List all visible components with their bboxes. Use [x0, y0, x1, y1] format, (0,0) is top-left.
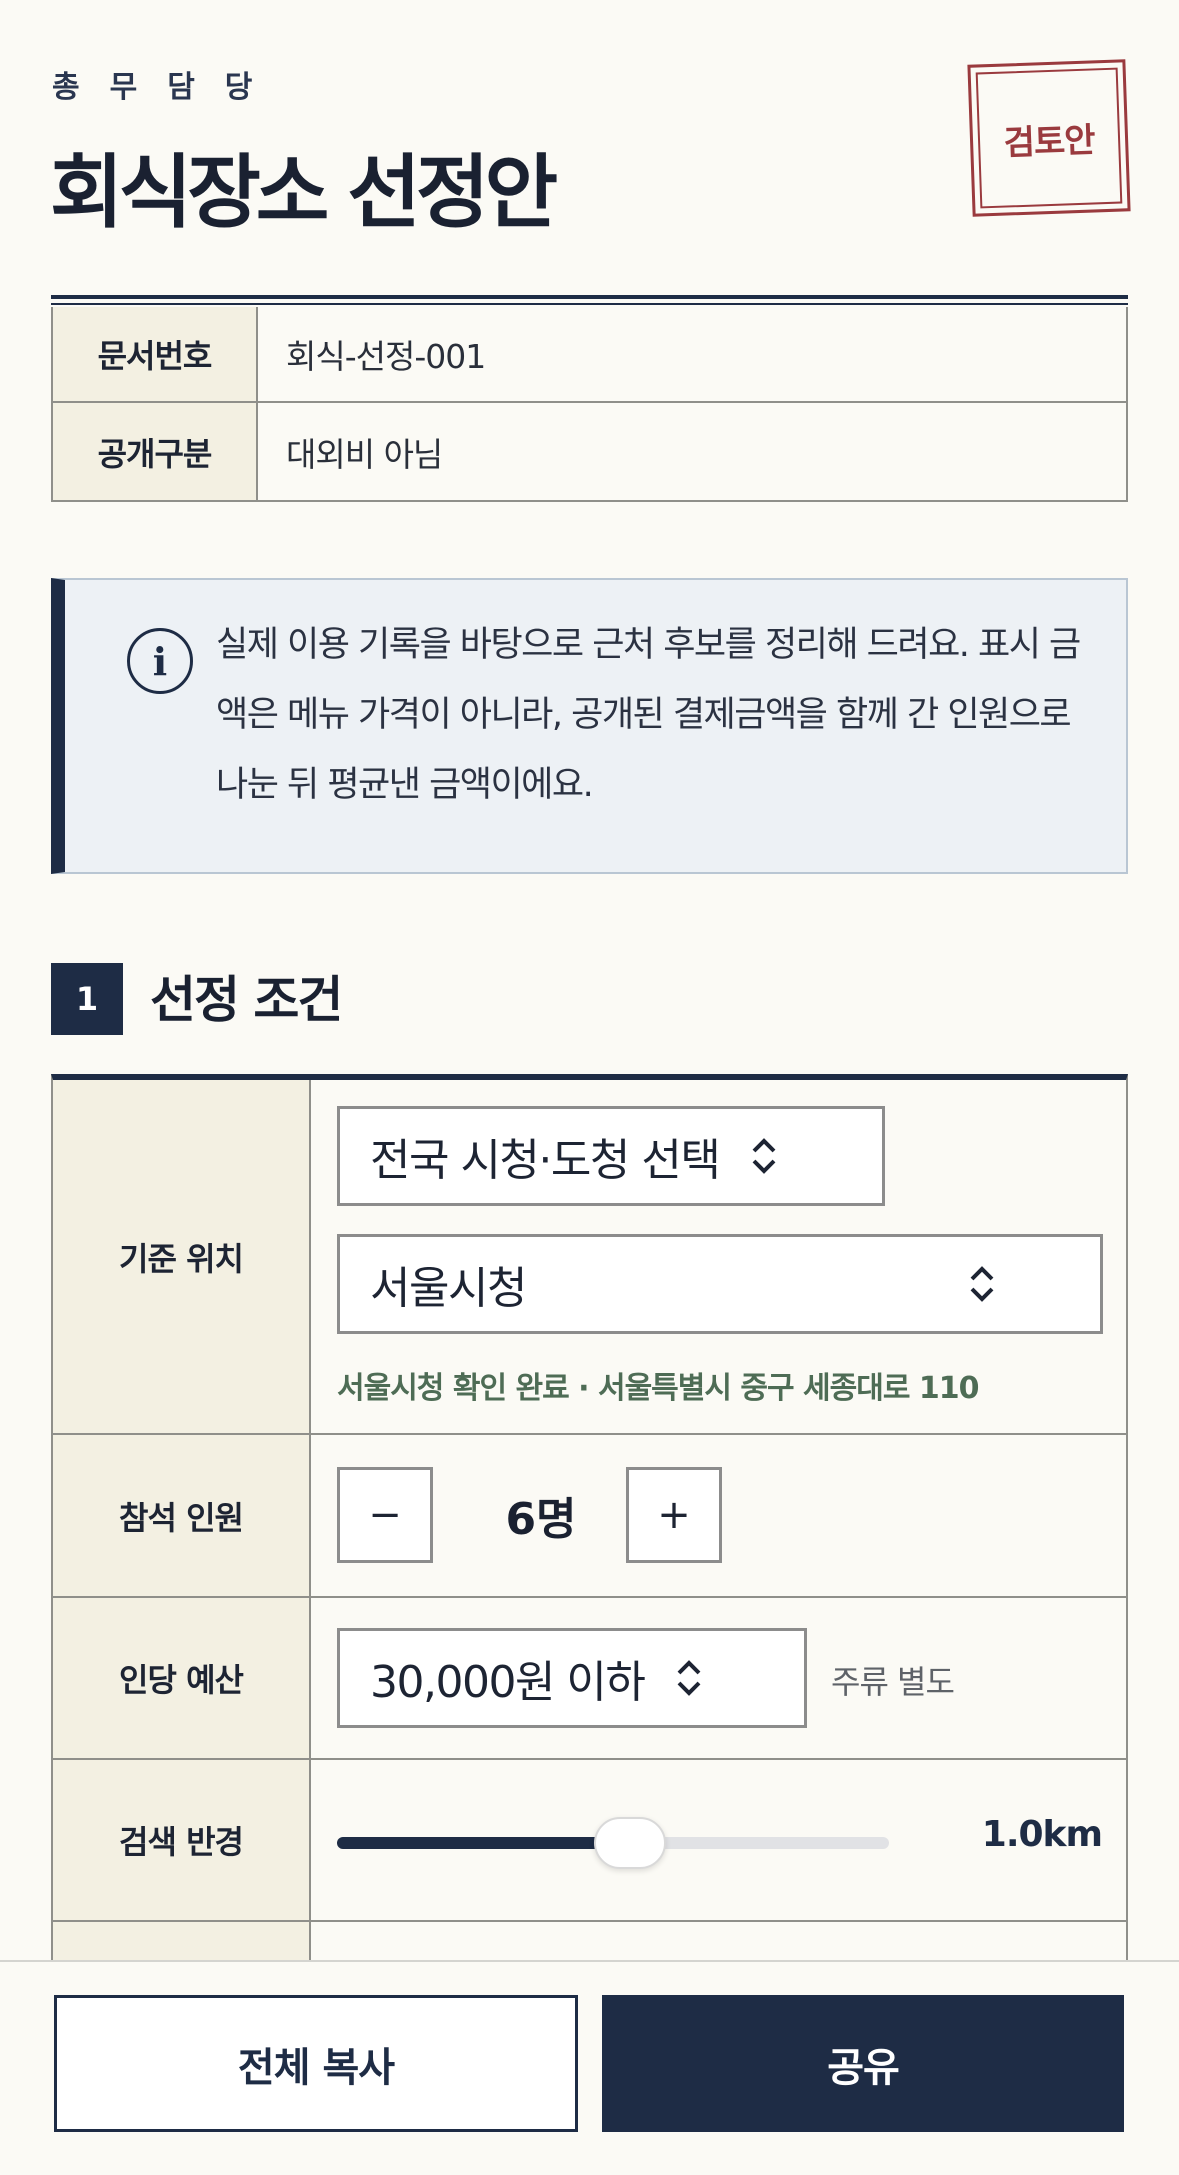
- meta-row-disclosure: 공개구분 대외비 아님: [51, 403, 1128, 502]
- info-icon: i: [127, 628, 193, 694]
- budget-note: 주류 별도: [831, 1663, 955, 1701]
- headcount-value: 6명: [505, 1494, 577, 1545]
- section-title: 선정 조건: [150, 971, 343, 1029]
- budget-select-value: 30,000원 이하: [370, 1657, 646, 1708]
- radius-value: 1.0km: [981, 1814, 1103, 1855]
- condition-row-radius: 검색 반경 1.0km: [53, 1760, 1126, 1922]
- condition-value: 30,000원 이하 주류 별도: [311, 1598, 1126, 1758]
- stamp-label: 검토안: [975, 67, 1123, 209]
- headcount-stepper: − 6명 +: [311, 1435, 1126, 1596]
- radius-slider[interactable]: [337, 1817, 889, 1869]
- page-title: 회식장소 선정안: [50, 146, 558, 239]
- condition-value: 전국 시청·도청 선택 서울시청 서울시청 확인 완료 · 서울특별시 중구 세…: [311, 1080, 1126, 1433]
- condition-row-budget: 인당 예산 30,000원 이하 주류 별도: [53, 1598, 1126, 1760]
- info-notice: i 실제 이용 기록을 바탕으로 근처 후보를 정리해 드려요. 표시 금액은 …: [51, 578, 1128, 874]
- meta-value: 회식-선정-001: [286, 337, 486, 376]
- meta-key: 공개구분: [53, 403, 258, 500]
- conditions-table: 기준 위치 전국 시청·도청 선택 서울시청 서울시청 확인 완료 · 서울특별…: [51, 1074, 1128, 2042]
- condition-label: 검색 반경: [53, 1760, 311, 1920]
- condition-row-location: 기준 위치 전국 시청·도청 선택 서울시청 서울시청 확인 완료 · 서울특별…: [53, 1080, 1126, 1435]
- condition-row-headcount: 참석 인원 − 6명 +: [53, 1435, 1126, 1598]
- meta-key: 문서번호: [53, 307, 258, 401]
- region-select-value: 전국 시청·도청 선택: [370, 1135, 721, 1186]
- document-meta-table: 문서번호 회식-선정-001 공개구분 대외비 아님: [51, 295, 1128, 502]
- chevron-updown-icon: [677, 1660, 701, 1696]
- share-button[interactable]: 공유: [602, 1995, 1124, 2132]
- condition-label: 기준 위치: [53, 1080, 311, 1433]
- region-select[interactable]: 전국 시청·도청 선택: [337, 1106, 885, 1206]
- bottom-action-bar: 전체 복사 공유: [0, 1960, 1179, 2175]
- review-stamp: 검토안: [967, 59, 1131, 217]
- condition-label: 인당 예산: [53, 1598, 311, 1758]
- meta-value: 대외비 아님: [286, 434, 443, 474]
- slider-thumb[interactable]: [593, 1817, 666, 1869]
- condition-value: 1.0km: [311, 1760, 1126, 1920]
- document-page: 총무담당 회식장소 선정안 검토안 문서번호 회식-선정-001 공개구분 대외…: [0, 0, 1179, 2175]
- chevron-updown-icon: [752, 1138, 776, 1174]
- copy-all-button[interactable]: 전체 복사: [54, 1995, 578, 2132]
- budget-select[interactable]: 30,000원 이하: [337, 1628, 807, 1728]
- office-select-value: 서울시청: [370, 1263, 527, 1314]
- meta-row-doc-number: 문서번호 회식-선정-001: [51, 307, 1128, 403]
- section-number: 1: [51, 963, 123, 1035]
- slider-fill: [337, 1837, 630, 1849]
- chevron-updown-icon: [970, 1266, 994, 1302]
- decrement-button[interactable]: −: [337, 1467, 433, 1563]
- office-select[interactable]: 서울시청: [337, 1234, 1103, 1334]
- department-label: 총무담당: [52, 70, 283, 105]
- condition-label: 참석 인원: [53, 1435, 311, 1596]
- increment-button[interactable]: +: [626, 1467, 722, 1563]
- notice-text: 실제 이용 기록을 바탕으로 근처 후보를 정리해 드려요. 표시 금액은 메뉴…: [216, 625, 1081, 805]
- location-confirm-text: 서울시청 확인 완료 · 서울특별시 중구 세종대로 110: [337, 1371, 980, 1406]
